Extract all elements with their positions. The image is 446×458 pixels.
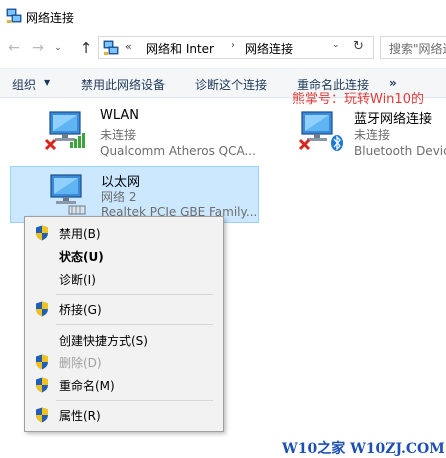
menu-item-label: 创建快捷方式(S) — [59, 334, 148, 348]
uac-shield-icon — [36, 377, 48, 393]
address-dropdown-button[interactable]: ⌄ — [332, 40, 340, 50]
menu-item-label: 属性(R) — [59, 409, 101, 423]
address-bar[interactable]: « 网络和 Inter › 网络连接 ⌄ ↻ — [98, 36, 374, 59]
connection-name: WLAN — [100, 108, 140, 123]
connection-item-bluetooth[interactable]: 蓝牙网络连接 未连接 Bluetooth Device — [298, 106, 446, 162]
disconnected-x-icon — [298, 138, 311, 151]
forward-button[interactable]: → — [30, 40, 46, 56]
uac-shield-icon — [36, 301, 48, 317]
watermark-text: 熊掌号：玩转Win10的 — [292, 92, 424, 107]
menu-item-status[interactable]: 状态(U) — [25, 245, 223, 267]
chevron-down-icon[interactable]: ▼ — [44, 78, 50, 87]
connection-item-wlan[interactable]: WLAN 未连接 Qualcomm Atheros QCA... — [44, 106, 264, 162]
uac-shield-icon — [36, 354, 48, 370]
menu-item-label: 重命名(M) — [59, 379, 115, 393]
breadcrumb-overflow-chevron[interactable]: « — [125, 40, 132, 53]
menu-separator — [56, 400, 213, 401]
connection-item-ethernet[interactable]: 以太网 网络 2 Realtek PCIe GBE Family... — [10, 166, 259, 223]
context-menu: 禁用(B) 状态(U) 诊断(I) 桥接(G) 创建快捷方式(S) 删除(D) … — [24, 216, 224, 432]
menu-item-label: 删除(D) — [59, 356, 102, 370]
organize-button[interactable]: 组织 — [12, 76, 36, 93]
up-button[interactable]: ↑ — [78, 40, 94, 56]
diagnose-connection-button[interactable]: 诊断这个连接 — [195, 76, 267, 93]
ethernet-adapter-icon — [50, 174, 86, 215]
breadcrumb-separator[interactable]: › — [231, 40, 235, 51]
connection-name: 蓝牙网络连接 — [354, 112, 433, 127]
network-connections-icon — [6, 8, 22, 23]
menu-item-diagnose[interactable]: 诊断(I) — [25, 268, 223, 290]
menu-item-delete: 删除(D) — [25, 351, 223, 373]
refresh-icon[interactable]: ↻ — [353, 39, 364, 54]
menu-separator — [56, 324, 213, 325]
network-connections-icon — [103, 40, 119, 55]
menu-item-label: 状态(U) — [59, 250, 104, 264]
disable-device-button[interactable]: 禁用此网络设备 — [81, 76, 165, 93]
bluetooth-adapter-icon — [298, 111, 343, 151]
menu-separator — [56, 294, 213, 295]
menu-item-rename[interactable]: 重命名(M) — [25, 374, 223, 396]
disconnected-x-icon — [44, 138, 57, 151]
title-bar: 网络连接 — [0, 0, 446, 34]
window-title: 网络连接 — [26, 11, 75, 25]
connection-device: Bluetooth Device — [354, 144, 446, 158]
recent-locations-button[interactable]: ⌄ — [53, 40, 63, 56]
uac-shield-icon — [36, 225, 48, 241]
breadcrumb-item[interactable]: 网络连接 — [245, 40, 293, 57]
connection-status: 未连接 — [354, 128, 391, 142]
connection-status: 网络 2 — [101, 190, 137, 204]
menu-item-disable[interactable]: 禁用(B) — [25, 222, 223, 244]
connection-device: Qualcomm Atheros QCA... — [100, 144, 256, 158]
menu-item-label: 禁用(B) — [59, 227, 101, 241]
site-watermark: W10之家 W10ZJ.COM — [282, 441, 445, 457]
menu-item-label: 诊断(I) — [59, 273, 96, 287]
search-placeholder: 搜索"网络连 — [389, 42, 446, 56]
menu-item-properties[interactable]: 属性(R) — [25, 404, 223, 426]
menu-item-label: 桥接(G) — [59, 303, 102, 317]
back-button[interactable]: ← — [6, 40, 22, 56]
search-input[interactable]: 搜索"网络连 — [380, 36, 446, 59]
connection-status: 未连接 — [100, 128, 137, 142]
uac-shield-icon — [36, 407, 48, 423]
menu-item-create-shortcut[interactable]: 创建快捷方式(S) — [25, 329, 223, 351]
wireless-adapter-icon — [44, 111, 85, 151]
menu-item-bridge[interactable]: 桥接(G) — [25, 298, 223, 320]
breadcrumb-item[interactable]: 网络和 Inter — [146, 40, 214, 57]
